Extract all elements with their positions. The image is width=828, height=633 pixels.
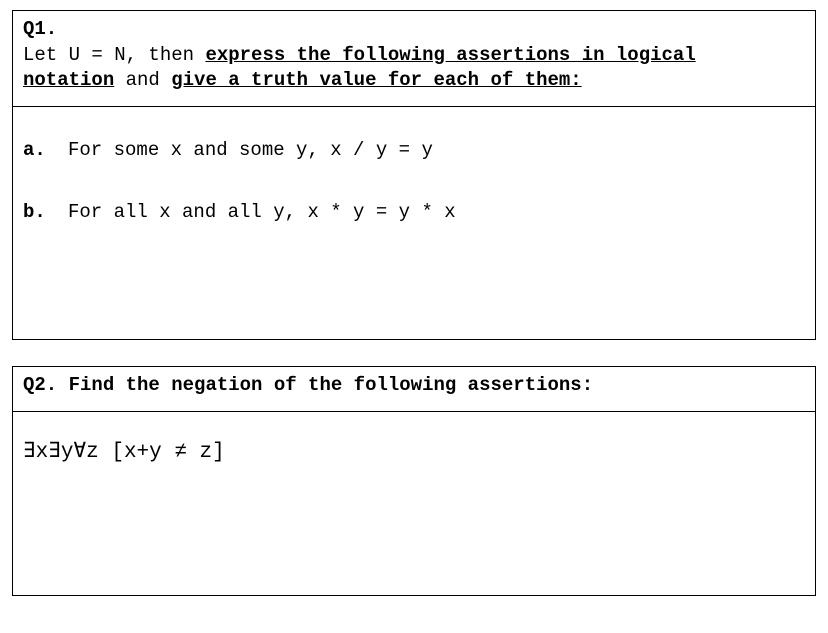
q1-part-b: b. For all x and all y, x * y = y * x bbox=[23, 199, 805, 226]
q1-intro-underlined-3: give a truth value for each of them: bbox=[171, 69, 581, 91]
q1-header: Q1. Let U = N, then express the followin… bbox=[13, 11, 815, 106]
q1-part-b-text: For all x and all y, x * y = y * x bbox=[68, 199, 805, 226]
q1-part-a-text: For some x and some y, x / y = y bbox=[68, 137, 805, 164]
q2-label: Q2. bbox=[23, 374, 57, 396]
q1-part-a: a. For some x and some y, x / y = y bbox=[23, 137, 805, 164]
question-1-box: Q1. Let U = N, then express the followin… bbox=[12, 10, 816, 340]
q1-intro-plain: Let U = N, then bbox=[23, 44, 205, 66]
q1-part-a-label: a. bbox=[23, 137, 68, 164]
q2-header: Q2. Find the negation of the following a… bbox=[13, 367, 815, 411]
q1-label: Q1. bbox=[23, 18, 57, 40]
q1-intro-underlined-1: express the following assertions in logi… bbox=[205, 44, 695, 66]
q2-header-text: Find the negation of the following asser… bbox=[57, 374, 593, 396]
q2-expression: ∃x∃y∀z [x+y ≠ z] bbox=[13, 412, 815, 474]
q1-intro-underlined-2: notation bbox=[23, 69, 114, 91]
q1-body: a. For some x and some y, x / y = y b. F… bbox=[13, 107, 815, 270]
question-2-box: Q2. Find the negation of the following a… bbox=[12, 366, 816, 596]
q1-part-b-label: b. bbox=[23, 199, 68, 226]
q1-intro-plain-2: and bbox=[114, 69, 171, 91]
